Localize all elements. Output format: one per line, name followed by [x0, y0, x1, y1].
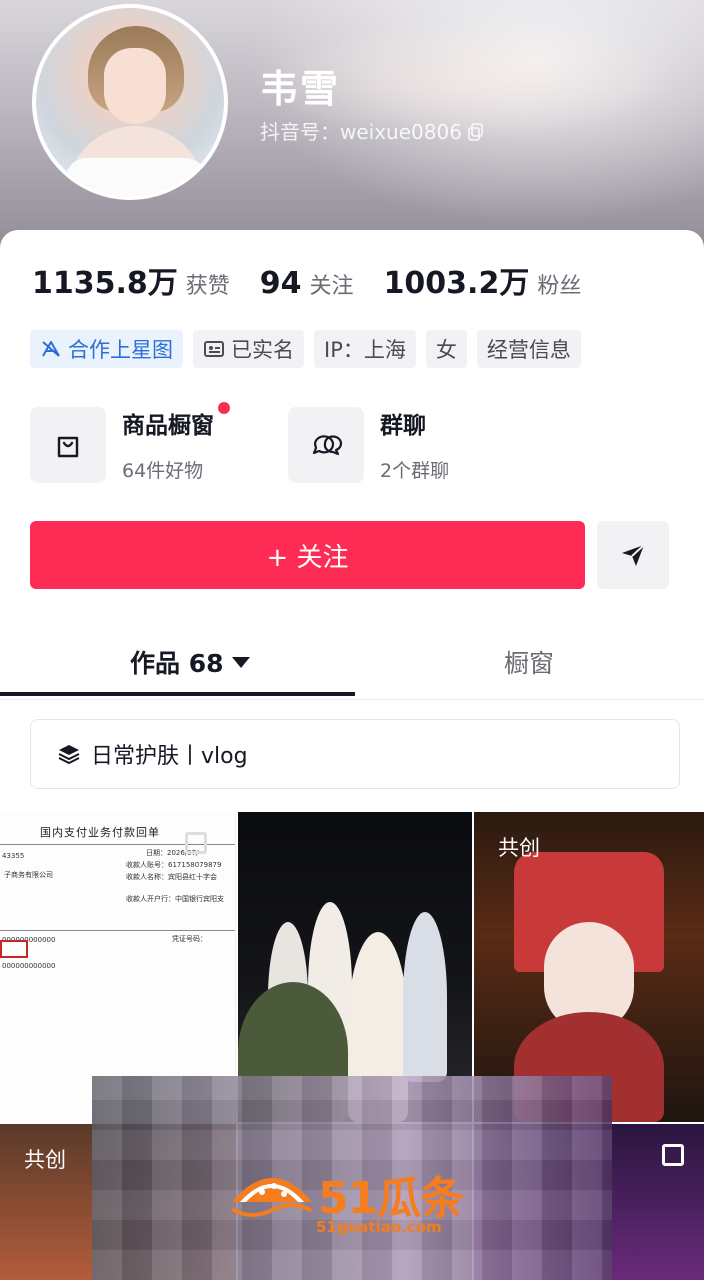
avatar-dress	[66, 158, 206, 196]
watermark-url: 51guatiao.com	[316, 1218, 442, 1236]
group-chat-title: 群聊	[380, 413, 426, 439]
likes-count: 9.2万	[16, 1088, 94, 1117]
tab-works-label: 作品 68	[130, 649, 224, 678]
tag-verified[interactable]: 已实名	[193, 330, 304, 368]
cocreate-badge: 共创	[498, 836, 540, 860]
stat-followers-label: 粉丝	[537, 274, 582, 299]
cocreate-badge: 共创	[24, 1148, 66, 1172]
receipt-payer: 子商务有限公司	[4, 871, 53, 879]
avatar-face	[104, 48, 166, 124]
copy-icon[interactable]	[468, 122, 484, 141]
stat-likes-label: 获赞	[185, 274, 230, 299]
tab-showcase[interactable]: 橱窗	[504, 644, 554, 680]
stat-following-label: 关注	[309, 274, 354, 299]
likes-value: 9.2万	[42, 1092, 94, 1116]
collection-label: 日常护肤丨vlog	[91, 744, 248, 769]
avatar[interactable]	[32, 4, 228, 200]
douyin-id-row[interactable]: 抖音号：weixue0806	[260, 116, 484, 145]
group-chat-icon	[288, 406, 364, 483]
active-tab-indicator	[0, 692, 355, 696]
receipt-name: 收款人名称：宾阳县红十字会	[126, 873, 217, 881]
stat-likes[interactable]: 1135.8万 获赞	[32, 258, 230, 302]
watermark-brand: 51瓜条	[318, 1173, 464, 1224]
stat-following[interactable]: 94 关注	[260, 266, 354, 301]
group-chat-shortcut[interactable]: 群聊 2个群聊	[288, 406, 546, 483]
shortcuts-row: 商品橱窗 64件好物 群聊 2个群聊	[30, 402, 546, 483]
receipt-code: 凭证号码：	[172, 935, 207, 943]
stat-likes-count: 1135.8万	[32, 266, 178, 301]
shop-window-title: 商品橱窗	[122, 402, 230, 440]
tag-gender: 女	[425, 330, 467, 368]
stat-followers[interactable]: 1003.2万 粉丝	[384, 258, 582, 302]
profile-name: 韦雪	[260, 67, 341, 111]
profile-tags: 合作上星图 已实名 IP：上海 女 经营信息	[30, 330, 581, 368]
receipt-number: 000000000000	[2, 962, 56, 970]
stats-row: 1135.8万 获赞 94 关注 1003.2万 粉丝	[32, 258, 611, 302]
pin-icon	[185, 832, 207, 854]
tab-works[interactable]: 作品 68	[130, 644, 250, 680]
star-map-icon	[42, 341, 60, 357]
tag-star-map[interactable]: 合作上星图	[30, 330, 183, 368]
receipt-highlight-box	[0, 940, 28, 958]
tag-business-label: 经营信息	[486, 338, 571, 362]
group-chat-subtitle: 2个群聊	[380, 460, 450, 482]
content-tabs: 作品 68 橱窗	[0, 620, 704, 700]
send-message-button[interactable]	[597, 521, 669, 589]
notification-dot	[218, 402, 230, 414]
receipt-rule	[0, 930, 235, 931]
collection-chip[interactable]: 日常护肤丨vlog	[30, 719, 680, 789]
tag-ip: IP：上海	[314, 330, 416, 368]
tag-star-map-label: 合作上星图	[68, 338, 173, 362]
thumb-figure	[403, 912, 447, 1082]
heart-icon	[16, 1092, 38, 1112]
send-icon	[622, 544, 645, 566]
shop-window-subtitle: 64件好物	[122, 460, 204, 482]
receipt-bank: 收款人开户行：中国银行宾阳支	[126, 895, 224, 903]
receipt-account: 收款人账号：617158079879	[126, 861, 222, 869]
tag-ip-label: IP：上海	[324, 338, 406, 362]
follow-button[interactable]: + 关注	[30, 521, 585, 589]
watermark-logo: 51瓜条 51guatiao.com	[228, 1160, 488, 1240]
watermelon-logo-icon	[232, 1178, 312, 1217]
receipt-title: 国内支付业务付款回单	[40, 826, 160, 839]
id-card-icon	[204, 341, 224, 357]
shop-bag-icon	[30, 406, 106, 483]
tag-verified-label: 已实名	[231, 338, 294, 362]
douyin-id: 抖音号：weixue0806	[260, 120, 462, 144]
tag-business[interactable]: 经营信息	[476, 330, 581, 368]
tag-gender-label: 女	[435, 338, 457, 362]
pin-icon	[662, 1144, 684, 1166]
caret-down-icon	[231, 656, 250, 668]
shop-window-shortcut[interactable]: 商品橱窗 64件好物	[30, 402, 288, 483]
stat-followers-count: 1003.2万	[383, 266, 530, 301]
layers-icon	[58, 745, 80, 765]
receipt-id: 43355	[2, 852, 25, 860]
stat-following-count: 94	[259, 266, 302, 301]
